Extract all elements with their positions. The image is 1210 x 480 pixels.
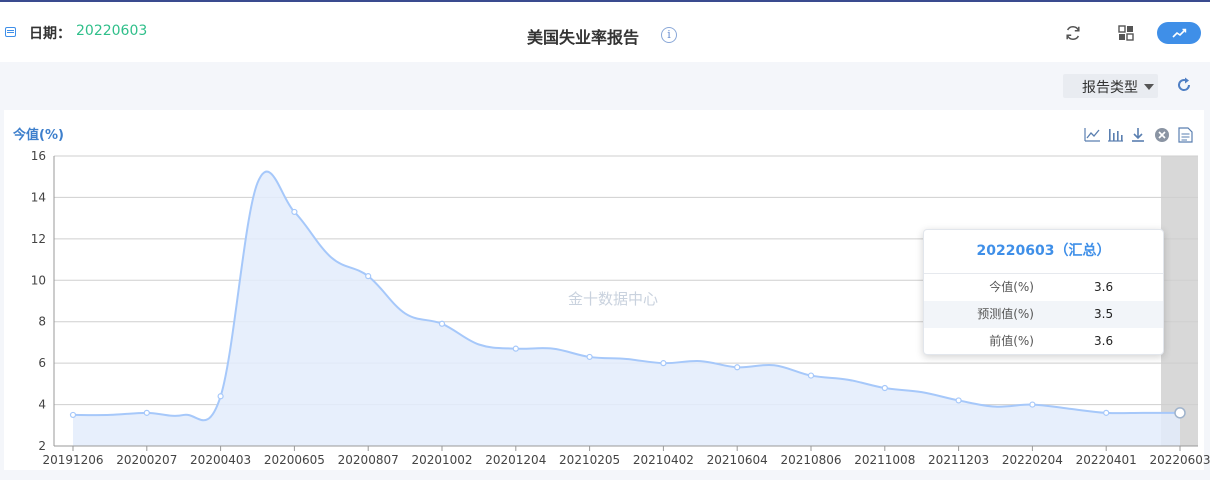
tooltip-value: 3.6 (1094, 334, 1114, 348)
x-tick-label: 20211203 (928, 453, 989, 467)
x-tick-label: 20200403 (190, 453, 251, 467)
data-point (438, 320, 446, 327)
tooltip-label: 今值(%) (989, 280, 1034, 294)
data-point (881, 384, 888, 392)
data-point (69, 411, 77, 419)
tooltip-label: 前值(%) (989, 334, 1034, 348)
data-point (955, 397, 962, 404)
y-tick-label: 8 (38, 315, 46, 329)
tooltip-value: 3.6 (1094, 280, 1114, 294)
x-tick-label: 20201204 (485, 453, 546, 467)
watermark: 金十数据中心 (568, 290, 659, 308)
data-point (586, 353, 593, 361)
tooltip-value: 3.5 (1094, 307, 1114, 321)
x-tick-label: 20200207 (116, 453, 177, 467)
y-tick-label: 16 (31, 149, 46, 163)
x-tick-label: 20211008 (854, 453, 915, 467)
x-tick-label: 20210205 (559, 453, 620, 467)
x-tick-label: 20210604 (707, 453, 768, 467)
x-tick-label: 20200605 (264, 453, 325, 467)
y-tick-label: 14 (31, 190, 46, 204)
y-tick-label: 2 (38, 439, 46, 453)
tooltip-row: 预测值(%) 3.5 (924, 301, 1163, 328)
y-tick-label: 6 (38, 356, 46, 370)
tooltip-row: 今值(%) 3.6 (924, 274, 1163, 301)
highlight-point (1174, 407, 1186, 419)
data-point (1103, 409, 1110, 416)
x-tick-label: 20220603 (1149, 453, 1210, 467)
data-point (512, 345, 519, 352)
x-tick-label: 20220401 (1076, 453, 1137, 467)
x-tick-label: 20210402 (633, 453, 694, 467)
data-point (1029, 401, 1036, 408)
x-tick-label: 20191206 (42, 453, 103, 467)
y-tick-label: 12 (31, 232, 46, 246)
y-tick-label: 4 (38, 398, 46, 412)
data-point (143, 409, 150, 416)
data-point (734, 364, 741, 371)
highlight-band (1161, 156, 1198, 446)
data-point (291, 208, 298, 216)
data-point (217, 393, 224, 400)
y-tick-label: 10 (31, 273, 46, 287)
data-point (807, 372, 815, 379)
x-tick-label: 20210806 (780, 453, 841, 467)
chart-tooltip: 20220603（汇总） 今值(%) 3.6 预测值(%) 3.5 前值(%) … (923, 229, 1164, 355)
tooltip-title: 20220603（汇总） (924, 230, 1163, 274)
x-tick-label: 20200807 (338, 453, 399, 467)
x-tick-label: 20220204 (1002, 453, 1063, 467)
tooltip-label: 预测值(%) (977, 307, 1034, 321)
data-point (365, 273, 372, 280)
data-point (660, 360, 667, 367)
tooltip-row: 前值(%) 3.6 (924, 328, 1163, 355)
x-tick-label: 20201002 (411, 453, 472, 467)
